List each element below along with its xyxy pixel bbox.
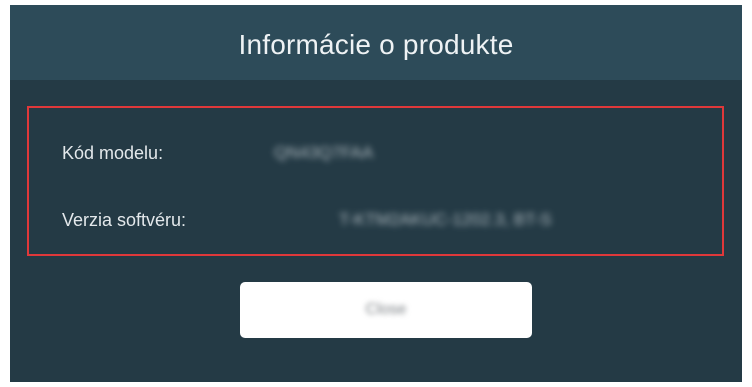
model-code-label: Kód modelu:: [62, 143, 164, 163]
dialog-header: Informácie o produkte: [10, 5, 742, 80]
close-button[interactable]: Close: [240, 282, 532, 338]
software-version-row: Verzia softvéru: T-KTM2AKUC-1202.3, BT-S: [29, 205, 722, 235]
close-button-label: Close: [365, 301, 407, 318]
model-code-row: Kód modelu: QN43Q7FAA: [29, 138, 722, 168]
highlighted-info-box: Kód modelu: QN43Q7FAA Verzia softvéru: T…: [27, 106, 724, 256]
product-info-dialog: Informácie o produkte Kód modelu: QN43Q7…: [10, 5, 742, 382]
dialog-title: Informácie o produkte: [238, 28, 514, 60]
model-code-value: QN43Q7FAA: [274, 143, 374, 162]
software-version-value: T-KTM2AKUC-1202.3, BT-S: [339, 210, 552, 229]
software-version-label: Verzia softvéru:: [62, 210, 187, 230]
